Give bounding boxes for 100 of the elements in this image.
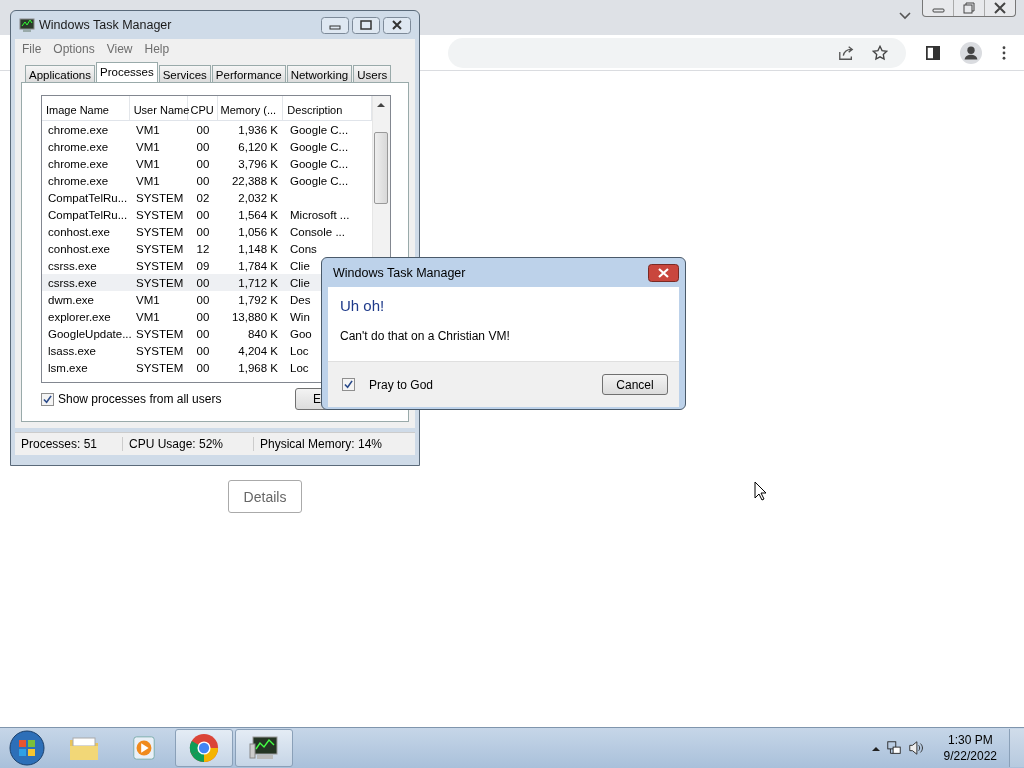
- close-icon[interactable]: [383, 16, 411, 34]
- window-title: Windows Task Manager: [39, 18, 172, 32]
- table-cell-text: Google C...: [289, 157, 349, 170]
- table-cell-text: chrome.exe: [47, 123, 110, 136]
- table-cell-text: CompatTelRu...: [47, 191, 129, 204]
- table-cell-text: SYSTEM: [135, 208, 185, 221]
- checkbox[interactable]: [342, 378, 355, 391]
- maximize-icon[interactable]: [352, 16, 380, 34]
- table-cell-text: 1,056 K: [237, 225, 279, 238]
- table-cell-text: VM1: [135, 293, 161, 306]
- table-cell-text: SYSTEM: [135, 191, 185, 204]
- start-button[interactable]: [9, 730, 45, 766]
- caret-icon[interactable]: [899, 12, 911, 20]
- table-cell-text: 00: [195, 208, 211, 221]
- table-cell-text: 00: [195, 225, 211, 238]
- table-cell-text: 1,968 K: [237, 361, 279, 374]
- table-cell-text: 4,204 K: [237, 344, 279, 357]
- menu-item[interactable]: Help: [141, 42, 173, 56]
- close-icon[interactable]: [648, 263, 679, 282]
- table-cell-text: 12: [195, 242, 211, 255]
- table-cell-text: VM1: [135, 140, 161, 153]
- table-cell-text: SYSTEM: [135, 225, 185, 238]
- table-cell-text: 00: [195, 327, 211, 340]
- menu-item[interactable]: Options: [50, 42, 98, 56]
- table-cell-text: VM1: [135, 123, 161, 136]
- check-icon: [43, 394, 52, 404]
- table-cell-text: 00: [195, 293, 211, 306]
- checkbox-label[interactable]: Show processes from all users: [58, 392, 222, 406]
- cursor-icon: [754, 481, 767, 501]
- details-button[interactable]: Details: [228, 480, 302, 513]
- profile-icon[interactable]: [960, 41, 982, 64]
- table-cell-text: 1,148 K: [237, 242, 279, 255]
- table-cell-text: lsm.exe: [47, 361, 89, 374]
- table-cell-text: VM1: [135, 310, 161, 323]
- table-cell-text: conhost.exe: [47, 242, 111, 255]
- table-cell-text: explorer.exe: [47, 310, 112, 323]
- table-cell-text: 00: [195, 344, 211, 357]
- table-cell-text: Clie: [289, 259, 310, 272]
- table-row[interactable]: CompatTelRu... SYSTEM 02 2,032 K: [42, 189, 372, 206]
- minimize-icon[interactable]: [321, 16, 349, 34]
- clock[interactable]: 1:30 PM 9/22/2022: [943, 732, 997, 764]
- tab[interactable]: Networking: [286, 65, 353, 82]
- table-cell-text: 09: [195, 259, 211, 272]
- table-row[interactable]: conhost.exe SYSTEM 00 1,056 K Console ...: [42, 223, 372, 240]
- table-cell-text: 00: [195, 361, 211, 374]
- column-header[interactable]: Image Name: [42, 96, 130, 120]
- menu-item[interactable]: File: [19, 42, 45, 56]
- table-row[interactable]: chrome.exe VM1 00 6,120 K Google C...: [42, 138, 372, 155]
- cancel-button[interactable]: Cancel: [602, 374, 668, 395]
- table-cell-text: 00: [195, 174, 211, 187]
- menu-icon[interactable]: [1002, 45, 1006, 60]
- table-row[interactable]: chrome.exe VM1 00 22,388 K Google C...: [42, 172, 372, 189]
- table-cell-text: 00: [195, 310, 211, 323]
- table-cell-text: Google C...: [289, 123, 349, 136]
- chrome-icon[interactable]: [189, 733, 219, 763]
- table-cell-text: dwm.exe: [47, 293, 96, 306]
- check-icon: [344, 380, 353, 389]
- table-cell-text: Cons: [289, 242, 317, 255]
- task-manager-icon[interactable]: [248, 734, 280, 762]
- side-panel-icon[interactable]: [926, 45, 940, 60]
- table-cell-text: 1,712 K: [237, 276, 279, 289]
- tab[interactable]: Performance: [211, 65, 286, 82]
- dialog-heading: Uh oh!: [340, 297, 386, 314]
- dialog-message: Can't do that on a Christian VM!: [340, 329, 511, 343]
- table-cell-text: SYSTEM: [135, 259, 185, 272]
- speaker-icon[interactable]: [907, 740, 924, 756]
- table-cell-text: SYSTEM: [135, 361, 185, 374]
- table-cell-text: 00: [195, 123, 211, 136]
- table-cell-text: 6,120 K: [237, 140, 279, 153]
- tab[interactable]: Applications: [25, 65, 95, 82]
- table-cell-text: 00: [195, 276, 211, 289]
- scroll-up-icon[interactable]: [377, 102, 385, 107]
- show-hidden-icons-icon[interactable]: [871, 745, 880, 751]
- menu-item[interactable]: View: [103, 42, 136, 56]
- checkbox[interactable]: [41, 392, 54, 406]
- table-row[interactable]: chrome.exe VM1 00 1,936 K Google C...: [42, 121, 372, 138]
- table-row[interactable]: chrome.exe VM1 00 3,796 K Google C...: [42, 155, 372, 172]
- table-row[interactable]: conhost.exe SYSTEM 12 1,148 K Cons: [42, 240, 372, 257]
- table-cell-text: Clie: [289, 276, 310, 289]
- table-cell-text: 00: [195, 140, 211, 153]
- table-cell-text: VM1: [135, 157, 161, 170]
- star-icon[interactable]: [872, 44, 888, 61]
- table-cell-text: csrss.exe: [47, 276, 98, 289]
- table-cell-text: GoogleUpdate...: [47, 327, 130, 340]
- table-cell-text: 13,880 K: [230, 310, 279, 323]
- network-icon[interactable]: [885, 740, 902, 756]
- tab[interactable]: Services: [158, 65, 211, 82]
- table-cell-text: 1,936 K: [237, 123, 279, 136]
- tab[interactable]: Users: [353, 65, 392, 82]
- share-icon[interactable]: [838, 44, 854, 61]
- tab[interactable]: Processes: [96, 62, 158, 82]
- table-cell-text: 1,564 K: [237, 208, 279, 221]
- table-cell-text: VM1: [135, 174, 161, 187]
- column-header[interactable]: Memory (...: [217, 96, 284, 120]
- table-row[interactable]: CompatTelRu... SYSTEM 00 1,564 K Microsoft ...: [42, 206, 372, 223]
- table-cell-text: chrome.exe: [47, 157, 110, 170]
- clock-date: 9/22/2022: [943, 748, 997, 764]
- checkbox-label[interactable]: Pray to God: [369, 377, 434, 392]
- status-text: CPU Usage: 52%: [123, 437, 254, 451]
- column-header[interactable]: User Name: [129, 96, 188, 120]
